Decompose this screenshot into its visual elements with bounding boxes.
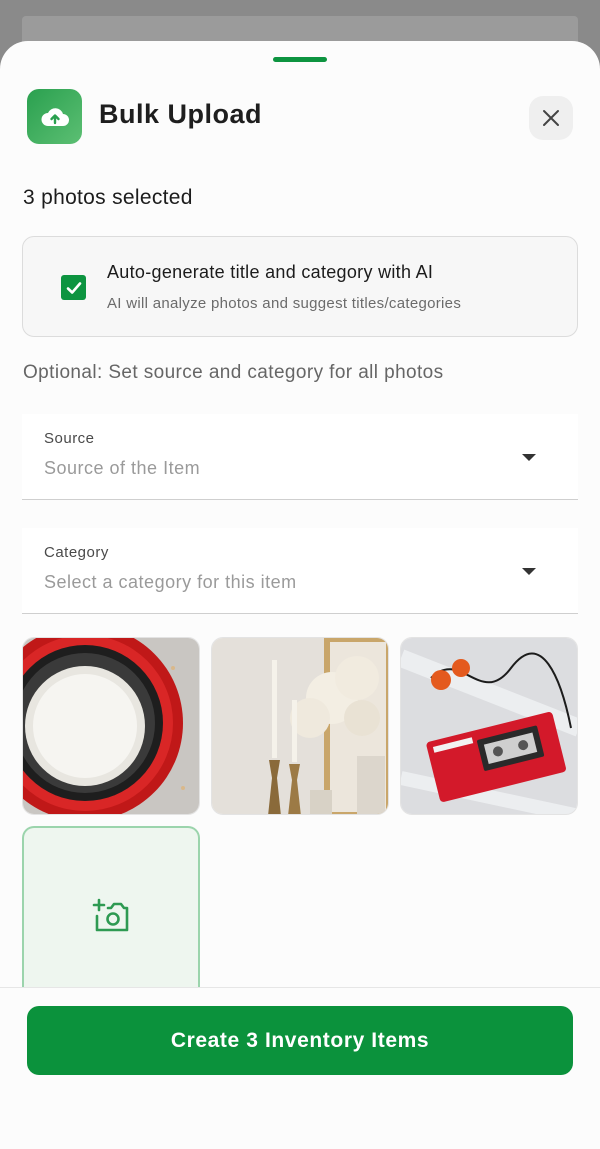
ai-checkbox[interactable] xyxy=(61,275,86,300)
ai-option-card[interactable]: Auto-generate title and category with AI… xyxy=(22,236,578,337)
selected-count-text: 3 photos selected xyxy=(23,186,193,209)
dropdown-arrow-icon xyxy=(522,568,536,575)
photo-thumbnail-bowls[interactable] xyxy=(22,637,200,815)
photo-thumbnail-walkman[interactable] xyxy=(400,637,578,815)
sheet-grabber[interactable] xyxy=(273,57,327,62)
sheet-footer: Create 3 Inventory Items xyxy=(0,987,600,1149)
close-icon xyxy=(543,110,559,126)
create-inventory-items-button[interactable]: Create 3 Inventory Items xyxy=(27,1006,573,1075)
cloud-upload-icon xyxy=(27,89,82,144)
ai-option-title: Auto-generate title and category with AI xyxy=(107,262,434,282)
category-select[interactable]: Category Select a category for this item xyxy=(22,528,578,614)
source-label: Source xyxy=(44,430,95,447)
close-button[interactable] xyxy=(529,96,573,140)
ai-option-subtitle: AI will analyze photos and suggest title… xyxy=(107,295,462,312)
source-placeholder: Source of the Item xyxy=(44,458,201,478)
add-camera-icon xyxy=(92,898,129,932)
bulk-upload-sheet: Bulk Upload 3 photos selected Auto-gener… xyxy=(0,41,600,1149)
category-placeholder: Select a category for this item xyxy=(44,572,297,592)
check-icon xyxy=(66,281,81,294)
source-select[interactable]: Source Source of the Item xyxy=(22,414,578,500)
optional-hint: Optional: Set source and category for al… xyxy=(23,362,444,383)
photo-thumbnail-candlesticks[interactable] xyxy=(211,637,389,815)
category-label: Category xyxy=(44,544,109,561)
dropdown-arrow-icon xyxy=(522,454,536,461)
sheet-title: Bulk Upload xyxy=(99,99,263,129)
